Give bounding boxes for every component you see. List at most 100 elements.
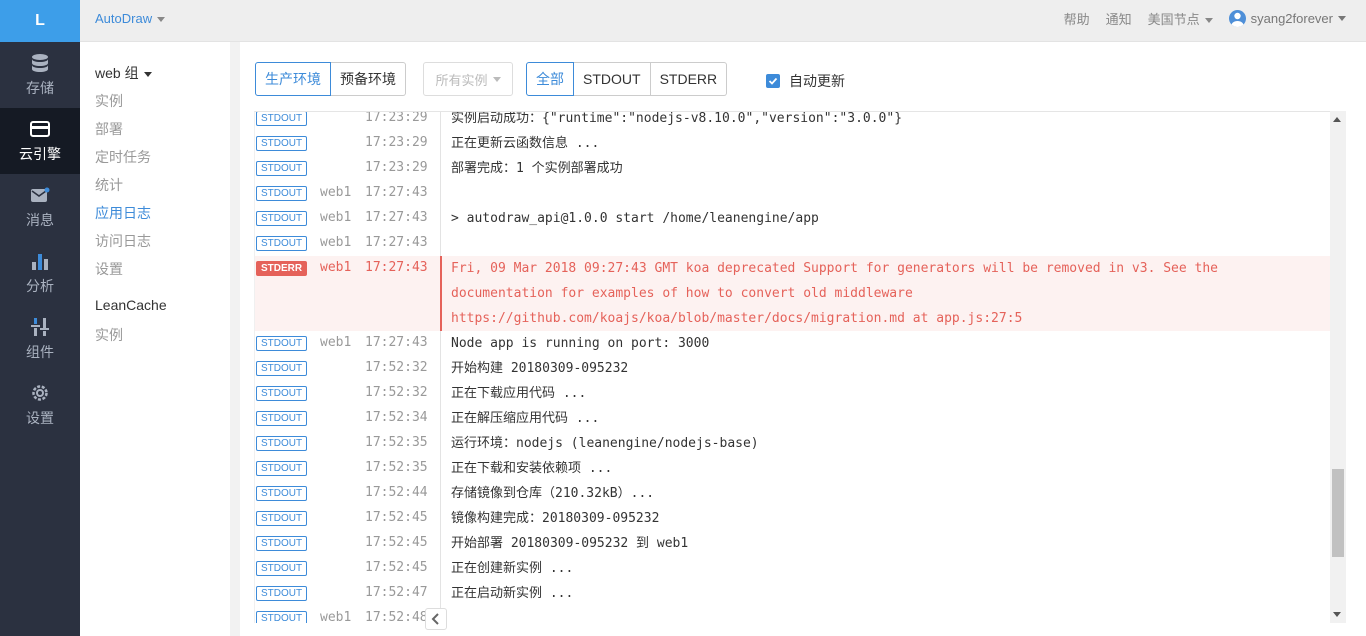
nav-components[interactable]: 组件 bbox=[0, 306, 80, 372]
region-label: 美国节点 bbox=[1147, 12, 1200, 27]
app-logo[interactable]: L bbox=[0, 0, 80, 42]
log-row: STDOUT 17:52:45 镜像构建完成：20180309-095232 bbox=[255, 506, 1330, 531]
stream-badge: STDOUT bbox=[256, 186, 307, 201]
submenu-item-settings[interactable]: 设置 bbox=[95, 259, 123, 279]
log-row: STDOUT 17:52:34 正在解压缩应用代码 ... bbox=[255, 406, 1330, 431]
instance-select[interactable]: 所有实例 bbox=[423, 62, 513, 96]
main-nav: L 存储 云引擎 消息 分析 组件 设置 bbox=[0, 0, 80, 636]
notify-link[interactable]: 通知 bbox=[1106, 9, 1132, 28]
log-message: 正在下载应用代码 ... bbox=[451, 386, 587, 401]
help-link[interactable]: 帮助 bbox=[1064, 9, 1090, 28]
checkbox-checked-icon bbox=[766, 74, 780, 88]
stream-badge: STDOUT bbox=[256, 511, 307, 526]
stream-badge: STDOUT bbox=[256, 586, 307, 601]
nav-label: 存储 bbox=[26, 80, 54, 96]
nav-label: 分析 bbox=[26, 278, 54, 294]
log-time: 17:52:45 bbox=[365, 560, 428, 575]
stream-badge: STDOUT bbox=[256, 336, 307, 351]
log-time: 17:52:35 bbox=[365, 460, 428, 475]
log-message: 开始构建 20180309-095232 bbox=[451, 361, 629, 376]
nav-settings[interactable]: 设置 bbox=[0, 372, 80, 438]
stream-badge: STDOUT bbox=[256, 486, 307, 501]
log-time: 17:23:29 bbox=[365, 111, 428, 125]
log-row: STDOUT 17:23:29 正在更新云函数信息 ... bbox=[255, 131, 1330, 156]
collapse-button[interactable] bbox=[425, 608, 447, 630]
log-time: 17:27:43 bbox=[365, 210, 428, 225]
log-time: 17:52:32 bbox=[365, 385, 428, 400]
log-row: STDOUT web1 17:52:48 bbox=[255, 606, 1330, 623]
nav-message[interactable]: 消息 bbox=[0, 174, 80, 240]
log-row: STDOUT 17:23:29 部署完成：1 个实例部署成功 bbox=[255, 156, 1330, 181]
log-message: Node app is running on port: 3000 bbox=[451, 336, 710, 351]
submenu-item-stats[interactable]: 统计 bbox=[95, 175, 123, 195]
submenu-item-instances[interactable]: 实例 bbox=[95, 91, 123, 111]
submenu-item-access-logs[interactable]: 访问日志 bbox=[95, 231, 151, 251]
log-instance: web1 bbox=[320, 610, 352, 623]
scroll-thumb[interactable] bbox=[1332, 469, 1344, 557]
log-row: STDOUT 17:52:45 开始部署 20180309-095232 到 web… bbox=[255, 531, 1330, 556]
filter-all-button[interactable]: 全部 bbox=[526, 62, 574, 96]
user-menu[interactable]: syang2forever bbox=[1228, 10, 1346, 27]
stream-badge: STDOUT bbox=[256, 611, 307, 623]
env-prod-button[interactable]: 生产环境 bbox=[255, 62, 331, 96]
group-selector[interactable]: web 组 bbox=[95, 63, 152, 83]
user-name: syang2forever bbox=[1250, 11, 1333, 26]
log-message: 存储镜像到仓库（210.32kB）... bbox=[451, 486, 655, 501]
log-instance: web1 bbox=[320, 210, 352, 225]
message-icon bbox=[30, 184, 50, 206]
sliders-icon bbox=[31, 316, 49, 338]
chevron-down-icon bbox=[492, 76, 501, 82]
database-icon bbox=[31, 52, 49, 74]
log-time: 17:27:43 bbox=[365, 235, 428, 250]
stream-badge: STDOUT bbox=[256, 561, 307, 576]
nav-label: 云引擎 bbox=[19, 146, 61, 162]
auto-update-label: 自动更新 bbox=[789, 73, 845, 89]
chevron-down-icon bbox=[157, 17, 166, 23]
log-time: 17:52:35 bbox=[365, 435, 428, 450]
stream-badge: STDERR bbox=[256, 261, 307, 276]
auto-update-checkbox[interactable]: 自动更新 bbox=[766, 71, 845, 91]
log-row: STDOUT web1 17:27:43 Node app is running on… bbox=[255, 331, 1330, 356]
log-time: 17:52:48 bbox=[365, 610, 428, 623]
stream-badge: STDOUT bbox=[256, 436, 307, 451]
log-time: 17:27:43 bbox=[365, 185, 428, 200]
leancache-title: LeanCache bbox=[95, 297, 167, 313]
filter-stderr-button[interactable]: STDERR bbox=[650, 62, 728, 96]
log-message: 开始部署 20180309-095232 到 web1 bbox=[451, 536, 689, 551]
submenu-item-leancache-instances[interactable]: 实例 bbox=[95, 325, 123, 345]
log-row: STDOUT 17:52:47 正在启动新实例 ... bbox=[255, 581, 1330, 606]
log-message: 正在下载和安装依赖项 ... bbox=[451, 461, 613, 476]
submenu-item-app-logs[interactable]: 应用日志 bbox=[95, 203, 151, 223]
log-panel: STDOUT 17:23:29 实例启动成功：{"runtime":"nodejs-… bbox=[254, 111, 1346, 623]
env-stage-button[interactable]: 预备环境 bbox=[331, 62, 406, 96]
scroll-down-icon[interactable] bbox=[1333, 612, 1341, 617]
chevron-left-icon bbox=[431, 613, 439, 625]
log-scrollbar[interactable] bbox=[1330, 111, 1346, 623]
log-time: 17:52:47 bbox=[365, 585, 428, 600]
nav-engine[interactable]: 云引擎 bbox=[0, 108, 80, 174]
app-switcher[interactable]: AutoDraw bbox=[95, 11, 166, 26]
region-dropdown[interactable]: 美国节点 bbox=[1148, 9, 1213, 28]
sub-menu: web 组 实例 部署 定时任务 统计 应用日志 访问日志 设置 LeanCac… bbox=[80, 42, 230, 636]
nav-analytics[interactable]: 分析 bbox=[0, 240, 80, 306]
stream-badge: STDOUT bbox=[256, 386, 307, 401]
stream-badge: STDOUT bbox=[256, 112, 307, 126]
log-message: 正在更新云函数信息 ... bbox=[451, 136, 600, 151]
scroll-up-icon[interactable] bbox=[1333, 117, 1341, 122]
nav-storage[interactable]: 存储 bbox=[0, 42, 80, 108]
app-name: AutoDraw bbox=[95, 11, 153, 26]
user-avatar-icon bbox=[1228, 10, 1246, 27]
filter-stdout-button[interactable]: STDOUT bbox=[574, 62, 651, 96]
log-time: 17:27:43 bbox=[365, 335, 428, 350]
log-time: 17:52:45 bbox=[365, 535, 428, 550]
stream-badge: STDOUT bbox=[256, 211, 307, 226]
log-message: 正在创建新实例 ... bbox=[451, 561, 574, 576]
log-row: STDOUT 17:52:35 运行环境：nodejs (leanengine/no… bbox=[255, 431, 1330, 456]
group-title: web 组 bbox=[95, 65, 139, 81]
submenu-item-deploy[interactable]: 部署 bbox=[95, 119, 123, 139]
chevron-down-icon bbox=[1204, 18, 1213, 24]
submenu-item-cron[interactable]: 定时任务 bbox=[95, 147, 151, 167]
log-row: STDOUT web1 17:27:43 bbox=[255, 181, 1330, 206]
log-row: STDOUT 17:52:44 存储镜像到仓库（210.32kB）... bbox=[255, 481, 1330, 506]
nav-label: 设置 bbox=[26, 410, 54, 426]
